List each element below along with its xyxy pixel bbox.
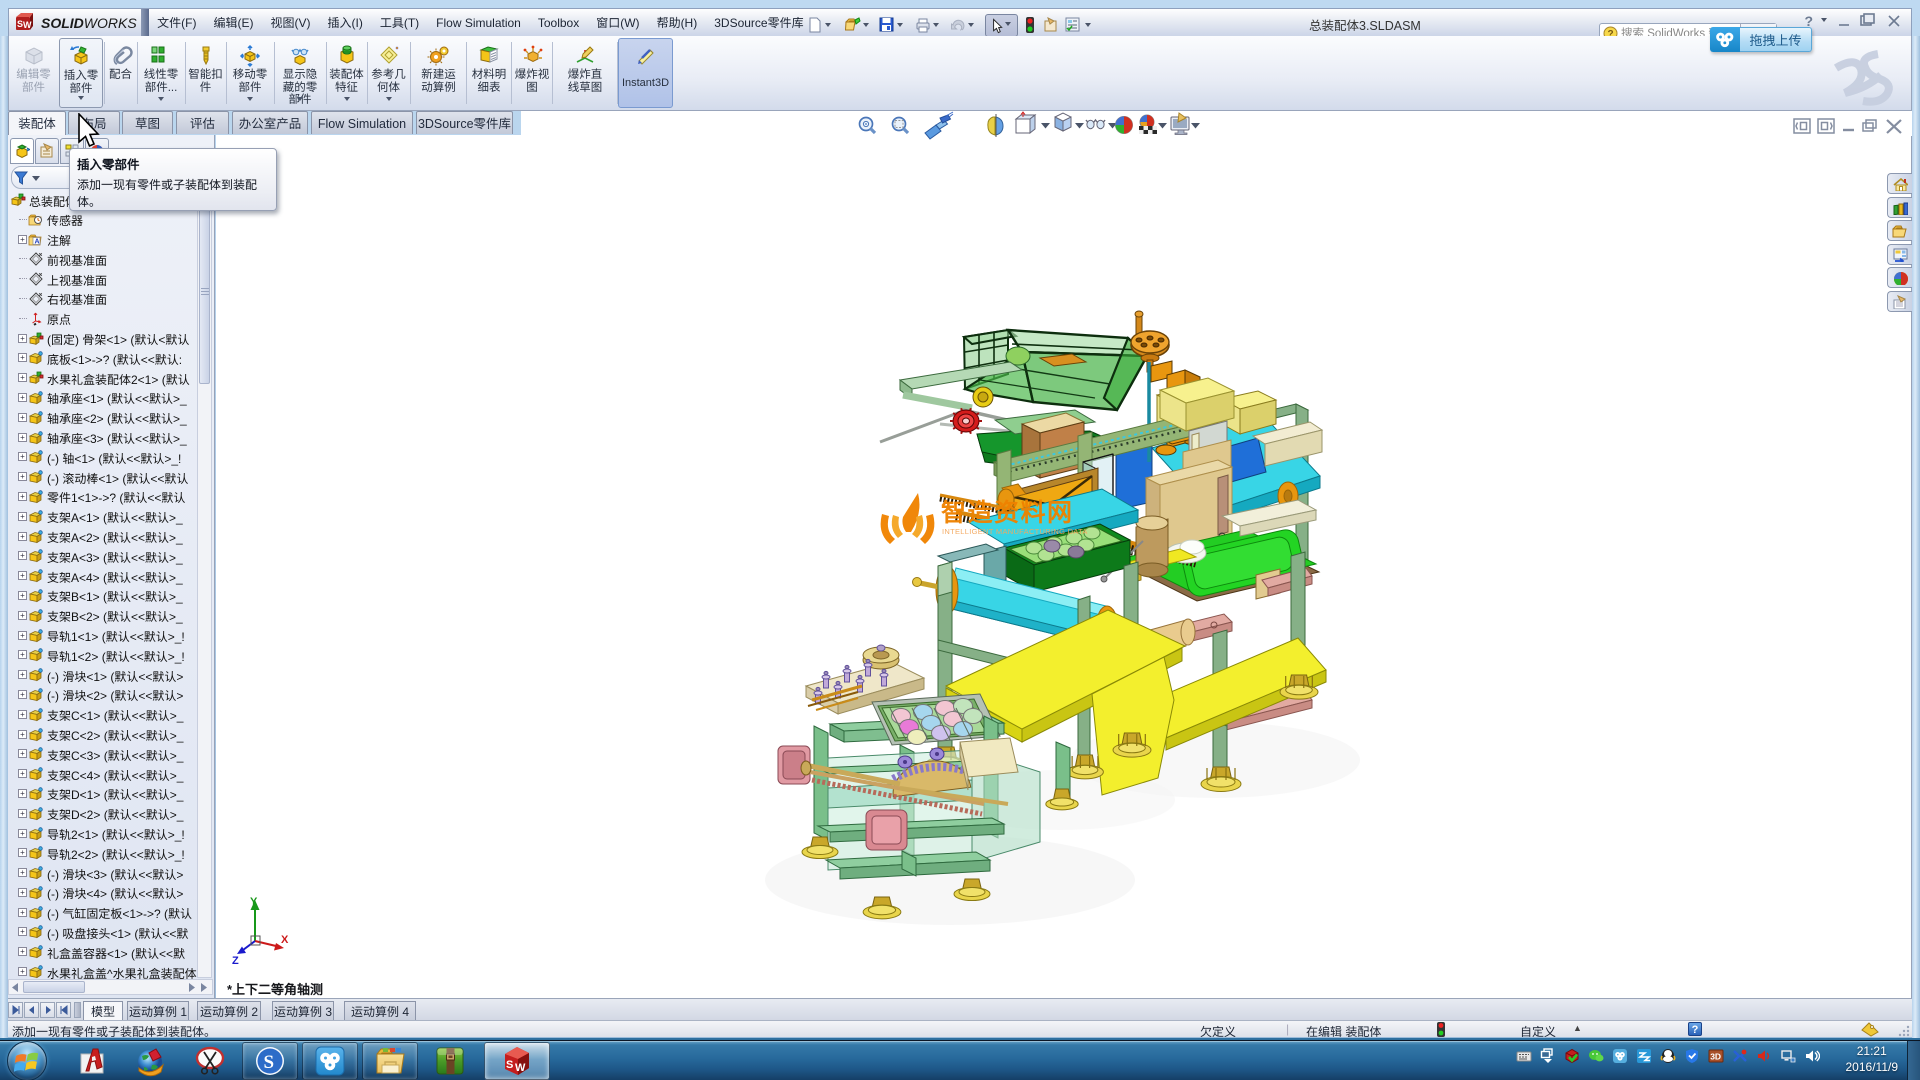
svg-text:X: X <box>281 934 289 946</box>
svg-text:Y: Y <box>250 896 258 908</box>
svg-text:智造资料网: 智造资料网 <box>941 493 1074 529</box>
svg-text:INTELLIGENT MANUFACTURING DATA: INTELLIGENT MANUFACTURING DATA <box>942 527 1088 536</box>
svg-text:Z: Z <box>232 955 239 967</box>
